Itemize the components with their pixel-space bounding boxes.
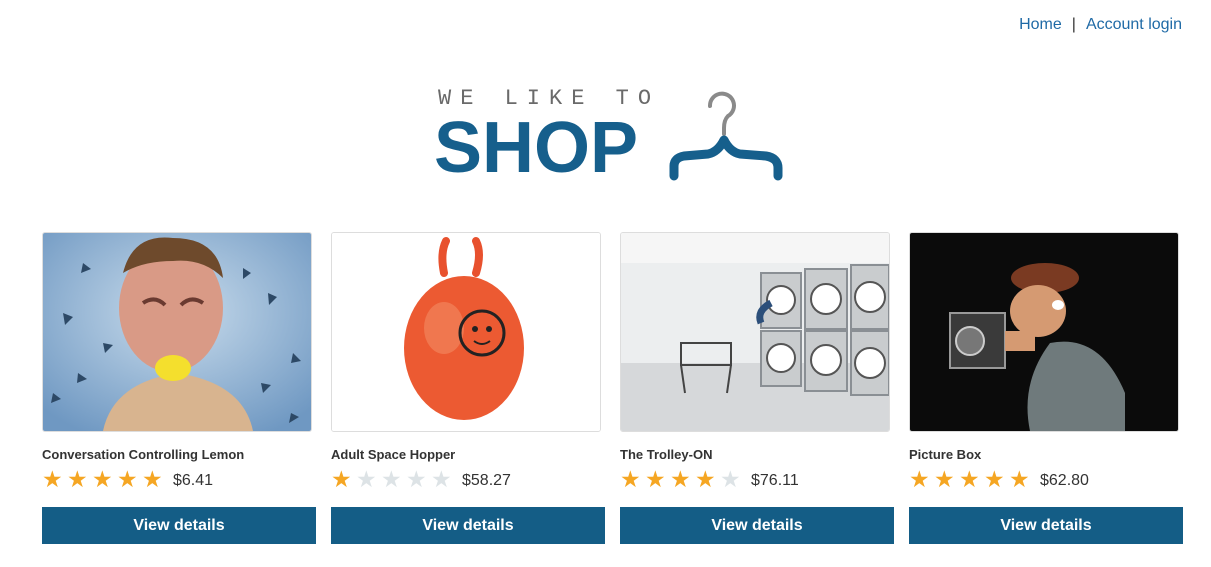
star-empty-icon: ★ [406,466,427,492]
star-filled-icon: ★ [934,466,955,492]
product-rating-row: ★ ★ ★ ★ ★ $76.11 [620,465,894,493]
product-image-lemon[interactable] [42,232,312,432]
star-filled-icon: ★ [67,466,88,492]
product-card: Conversation Controlling Lemon ★ ★ ★ ★ ★ $6.… [42,232,316,544]
hanger-icon [669,91,783,181]
product-price: $6.41 [173,471,214,489]
logo-wordmark: SHOP [434,108,639,188]
star-filled-icon: ★ [959,466,980,492]
star-filled-icon: ★ [42,466,63,492]
star-filled-icon: ★ [620,466,641,492]
top-nav: Home | Account login [1019,16,1182,34]
product-rating-row: ★ ★ ★ ★ ★ $6.41 [42,465,316,493]
star-rating: ★ ★ ★ ★ ★ [620,467,745,491]
product-name: Picture Box [909,447,982,462]
home-link[interactable]: Home [1019,16,1062,34]
product-image-picture-box[interactable] [909,232,1179,432]
star-filled-icon: ★ [117,466,138,492]
view-details-button[interactable]: View details [42,507,316,544]
product-rating-row: ★ ★ ★ ★ ★ $62.80 [909,465,1183,493]
nav-separator: | [1071,16,1076,33]
star-empty-icon: ★ [356,466,377,492]
view-details-button[interactable]: View details [909,507,1183,544]
product-image-trolley[interactable] [620,232,890,432]
star-filled-icon: ★ [142,466,163,492]
product-rating-row: ★ ★ ★ ★ ★ $58.27 [331,465,605,493]
product-grid: Conversation Controlling Lemon ★ ★ ★ ★ ★ $6.… [42,232,1183,544]
product-card: The Trolley-ON ★ ★ ★ ★ ★ $76.11 View details [620,232,894,544]
account-login-link[interactable]: Account login [1086,16,1182,34]
product-name: The Trolley-ON [620,447,713,462]
star-empty-icon: ★ [720,466,741,492]
view-details-button[interactable]: View details [331,507,605,544]
site-logo[interactable]: WE LIKE TO SHOP [434,86,794,188]
star-rating: ★ ★ ★ ★ ★ [42,467,167,491]
star-filled-icon: ★ [331,466,352,492]
star-empty-icon: ★ [381,466,402,492]
star-filled-icon: ★ [909,466,930,492]
star-filled-icon: ★ [984,466,1005,492]
product-image-space-hopper[interactable] [331,232,601,432]
star-filled-icon: ★ [695,466,716,492]
star-filled-icon: ★ [92,466,113,492]
star-filled-icon: ★ [670,466,691,492]
product-price: $76.11 [751,471,799,489]
star-filled-icon: ★ [1009,466,1030,492]
product-price: $62.80 [1040,471,1089,489]
product-card: Picture Box ★ ★ ★ ★ ★ $62.80 View details [909,232,1183,544]
product-name: Conversation Controlling Lemon [42,447,245,462]
view-details-button[interactable]: View details [620,507,894,544]
product-price: $58.27 [462,471,511,489]
product-card: Adult Space Hopper ★ ★ ★ ★ ★ $58.27 View det… [331,232,605,544]
star-rating: ★ ★ ★ ★ ★ [331,467,456,491]
star-empty-icon: ★ [431,466,452,492]
product-name: Adult Space Hopper [331,447,456,462]
star-rating: ★ ★ ★ ★ ★ [909,467,1034,491]
star-filled-icon: ★ [645,466,666,492]
